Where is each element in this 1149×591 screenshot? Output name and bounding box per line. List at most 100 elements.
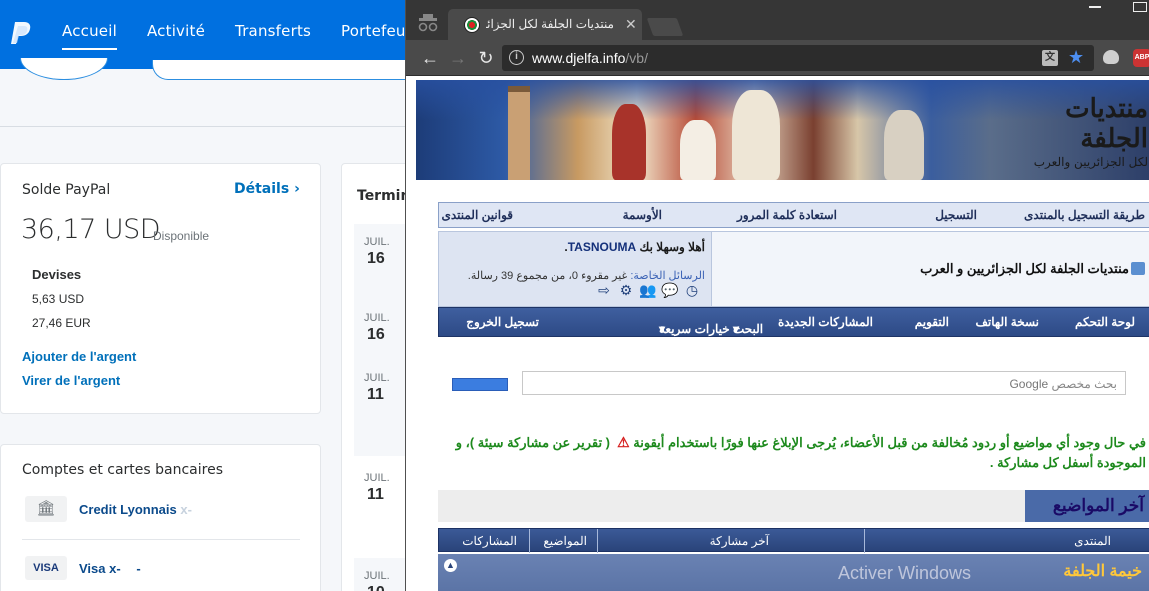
- tent-scene-image: [884, 110, 924, 180]
- minimize-icon[interactable]: [1089, 6, 1101, 8]
- reload-icon[interactable]: ↻: [476, 48, 496, 68]
- conversations-icon[interactable]: 💬: [661, 282, 679, 298]
- forum-top-nav: طريقة التسجيل بالمنتدى التسجيل استعادة ك…: [438, 202, 1149, 228]
- welcome-prefix: أهلا وسهلا بك: [639, 240, 705, 254]
- category-title-link[interactable]: خيمة الجلفة: [1063, 561, 1142, 581]
- logo-subtitle: لكل الجزائريين والعرب: [1033, 155, 1148, 169]
- latest-topics-title: آخر المواضيع: [1025, 490, 1149, 522]
- currency-eur: 27,46 EUR: [32, 316, 91, 330]
- forum-home-icon[interactable]: [1131, 262, 1145, 275]
- avatar[interactable]: [20, 58, 108, 80]
- url-text: www.djelfa.info/vb/: [532, 50, 648, 66]
- recent-title: Termin: [357, 188, 411, 204]
- nav-password-recovery[interactable]: استعادة كلمة المرور: [737, 208, 837, 222]
- chrome-window: منتديات الجلفة لكل الجزائريين ✕ ← → ↻ i …: [405, 0, 1149, 591]
- username-link[interactable]: TASNOUMA: [568, 240, 636, 254]
- menu-mobile-version[interactable]: نسخة الهاتف: [976, 315, 1040, 329]
- translate-icon[interactable]: 文: [1042, 50, 1058, 66]
- minaret-image: [508, 86, 530, 180]
- chevron-right-icon: ›: [294, 181, 300, 197]
- date-month: JUIL.: [364, 472, 390, 484]
- menu-quick-options-label: خيارات سريعة: [659, 322, 730, 336]
- maximize-icon[interactable]: [1133, 2, 1147, 12]
- activation-watermark: Activer Windows: [838, 563, 972, 583]
- logout-icon[interactable]: ⇨: [595, 282, 613, 298]
- url-path: /vb/: [625, 50, 648, 66]
- warning-icon: ⚠: [617, 434, 630, 450]
- address-bar[interactable]: i www.djelfa.info/vb/ 文 ★: [502, 45, 1094, 71]
- nav-transferts[interactable]: Transferts: [235, 22, 311, 50]
- tab-title: منتديات الجلفة لكل الجزائريين: [486, 17, 614, 31]
- extension-icon[interactable]: [1103, 50, 1119, 64]
- forum-banner: منتديات الجلفة لكل الجزائريين والعرب: [416, 80, 1149, 180]
- favicon-icon: [464, 17, 480, 33]
- date-day: 16: [367, 326, 385, 343]
- new-tab-button[interactable]: [646, 18, 684, 36]
- visa-name: Visa x-: [79, 561, 121, 576]
- paypal-nav: Accueil Activité Transferts Portefeuille: [62, 22, 428, 50]
- nav-register[interactable]: التسجيل: [935, 208, 977, 222]
- bank-account-link[interactable]: Credit Lyonnais x-: [79, 502, 192, 517]
- user-icons: ⇨ ⚙ 👥 💬 ◷: [595, 282, 701, 298]
- divider: [0, 126, 410, 127]
- man-figure-image: [732, 90, 780, 180]
- add-money-link[interactable]: Ajouter de l'argent: [22, 349, 136, 364]
- clock-icon[interactable]: ◷: [683, 282, 701, 298]
- visa-card-link[interactable]: Visa x- -: [79, 561, 141, 576]
- settings-icon[interactable]: ⚙: [617, 282, 635, 298]
- welcome-panel: أهلا وسهلا بك TASNOUMA. الرسائل الخاصة: …: [438, 231, 1149, 307]
- report-notice: في حال وجود أي مواضيع أو ردود مُخالفة من…: [436, 432, 1146, 473]
- user-box: أهلا وسهلا بك TASNOUMA. الرسائل الخاصة: …: [439, 232, 712, 306]
- date-month: JUIL.: [364, 372, 390, 384]
- bookmark-star-icon[interactable]: ★: [1068, 47, 1084, 68]
- add-friend-icon[interactable]: 👥: [639, 282, 657, 298]
- menu-calendar[interactable]: التقويم: [915, 315, 949, 329]
- visa-suffix: -: [136, 561, 141, 576]
- date-month: JUIL.: [364, 312, 390, 324]
- child-figure-image: [612, 104, 646, 180]
- child-figure-image: [680, 120, 716, 180]
- collapse-icon[interactable]: ▲: [444, 559, 457, 572]
- nav-activite[interactable]: Activité: [147, 22, 205, 50]
- info-icon[interactable]: i: [509, 50, 524, 65]
- notice-text: في حال وجود أي مواضيع أو ردود مُخالفة من…: [633, 435, 1146, 450]
- menu-new-posts[interactable]: المشاركات الجديدة: [778, 315, 873, 329]
- withdraw-money-link[interactable]: Virer de l'argent: [22, 373, 120, 388]
- nav-medals[interactable]: الأوسمة: [623, 208, 662, 222]
- menu-control-panel[interactable]: لوحة التحكم: [1075, 315, 1135, 329]
- nav-forum-rules[interactable]: قوانين المنتدى: [441, 208, 513, 222]
- balance-title: Solde PayPal: [22, 182, 111, 198]
- forum-table-header: المنتدى آخر مشاركة المواضيع المشاركات: [438, 528, 1149, 553]
- forward-icon[interactable]: →: [448, 48, 468, 68]
- details-link[interactable]: Détails ›: [234, 181, 300, 197]
- visa-card-icon: VISA: [25, 556, 67, 580]
- forum-logo[interactable]: منتديات الجلفة لكل الجزائريين والعرب: [1028, 94, 1148, 170]
- private-messages-text: الرسائل الخاصة: غير مقروء 0، من مجموع 39…: [468, 269, 705, 282]
- url-host: www.djelfa.info: [532, 50, 626, 66]
- pm-count: غير مقروء 0، من مجموع 39 رسالة.: [467, 270, 628, 282]
- col-last-post: آخر مشاركة: [709, 534, 769, 548]
- incognito-icon: [418, 14, 438, 32]
- nav-registration-guide[interactable]: طريقة التسجيل بالمنتدى: [1024, 208, 1145, 222]
- back-icon[interactable]: ←: [420, 48, 440, 68]
- nav-accueil[interactable]: Accueil: [62, 22, 117, 50]
- search-button[interactable]: [452, 378, 508, 391]
- bank-suffix: x-: [180, 502, 192, 517]
- google-search-input[interactable]: Google بحث مخصص: [522, 371, 1126, 395]
- forum-name-link[interactable]: منتديات الجلفة لكل الجزائريين و العرب: [920, 261, 1129, 277]
- paypal-logo-icon[interactable]: [6, 18, 36, 48]
- balance-available: Disponible: [153, 229, 210, 243]
- menu-logout[interactable]: تسجيل الخروج: [466, 315, 539, 329]
- close-icon[interactable]: ✕: [625, 16, 637, 33]
- date-day: 10: [367, 584, 385, 591]
- paypal-search-input[interactable]: [152, 60, 422, 80]
- balance-card: Solde PayPal Détails › 36,17 USD Disponi…: [0, 163, 321, 414]
- web-page: منتديات الجلفة لكل الجزائريين والعرب طري…: [406, 77, 1149, 591]
- logo-title: منتديات الجلفة: [1065, 94, 1148, 154]
- pm-link[interactable]: الرسائل الخاصة:: [630, 270, 705, 282]
- dropdown-arrow-icon: ▾: [733, 322, 740, 336]
- adblock-icon[interactable]: ABP: [1133, 49, 1149, 67]
- tab-djelfa[interactable]: منتديات الجلفة لكل الجزائريين ✕: [448, 9, 642, 40]
- date-day: 16: [367, 250, 385, 267]
- browser-toolbar: ← → ↻ i www.djelfa.info/vb/ 文 ★ ABP: [406, 40, 1149, 76]
